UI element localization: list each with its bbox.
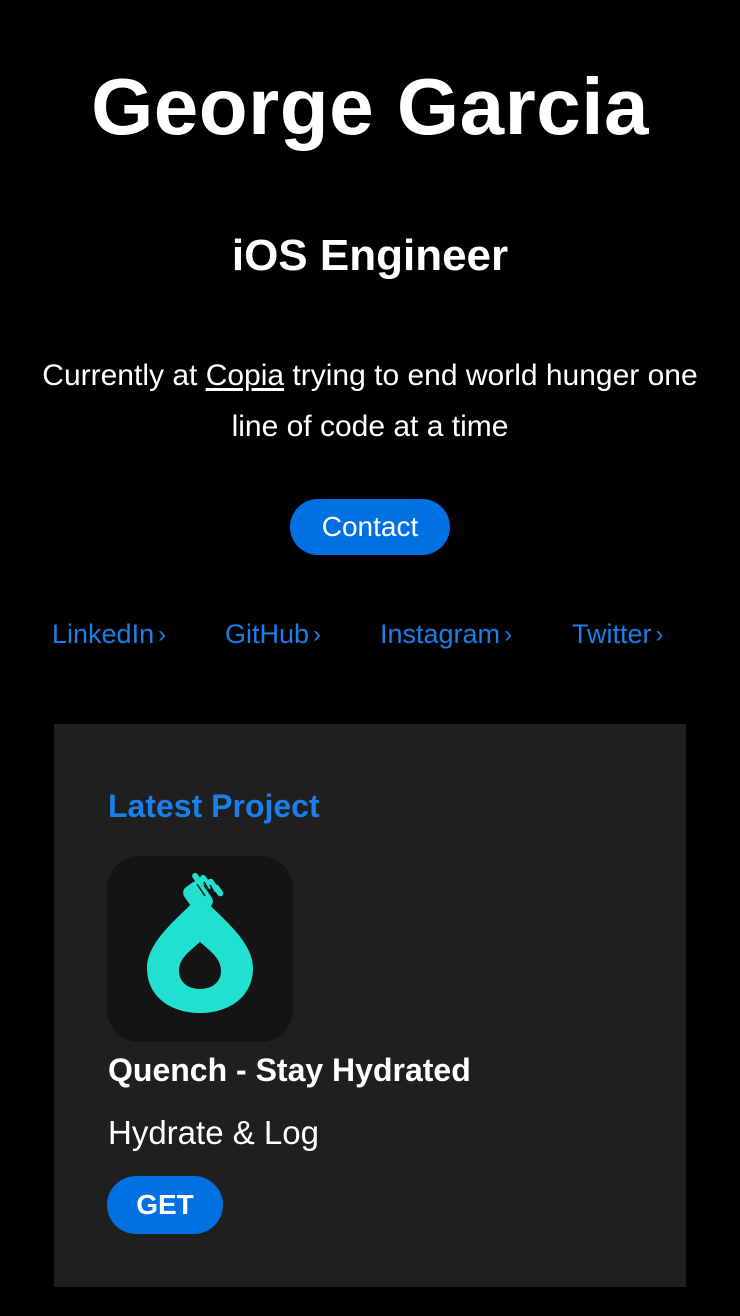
github-label: GitHub <box>225 619 310 649</box>
section-heading: Latest Project <box>108 788 320 824</box>
app-name[interactable]: Quench - Stay Hydrated <box>108 1049 471 1091</box>
company-link[interactable]: Copia <box>206 359 284 392</box>
bio-prefix: Currently at <box>42 359 206 392</box>
get-button[interactable]: GET <box>107 1176 223 1234</box>
instagram-label: Instagram <box>380 619 501 649</box>
latest-project-card: Latest Project Quench - Stay Hydrated Hy… <box>54 724 686 1287</box>
instagram-link[interactable]: Instagram › <box>380 612 512 656</box>
github-link[interactable]: GitHub › <box>225 612 321 656</box>
water-drop-hand-icon[interactable] <box>107 856 293 1042</box>
linkedin-label: LinkedIn <box>52 619 155 649</box>
contact-button[interactable]: Contact <box>290 499 450 555</box>
twitter-label: Twitter <box>572 619 652 649</box>
job-title: iOS Engineer <box>231 231 509 280</box>
chevron-right-icon: › <box>504 621 513 648</box>
chevron-right-icon: › <box>158 621 167 648</box>
page-title: George Garcia <box>91 62 649 151</box>
app-icon-graphic <box>147 872 253 1013</box>
bio-text: Currently at Copia trying to end world h… <box>20 350 720 452</box>
chevron-right-icon: › <box>313 621 322 648</box>
app-subtitle: Hydrate & Log <box>108 1114 319 1151</box>
chevron-right-icon: › <box>655 621 664 648</box>
twitter-link[interactable]: Twitter › <box>572 612 664 656</box>
linkedin-link[interactable]: LinkedIn › <box>52 612 166 656</box>
bio-suffix: trying to end world hunger one line of c… <box>231 359 698 443</box>
